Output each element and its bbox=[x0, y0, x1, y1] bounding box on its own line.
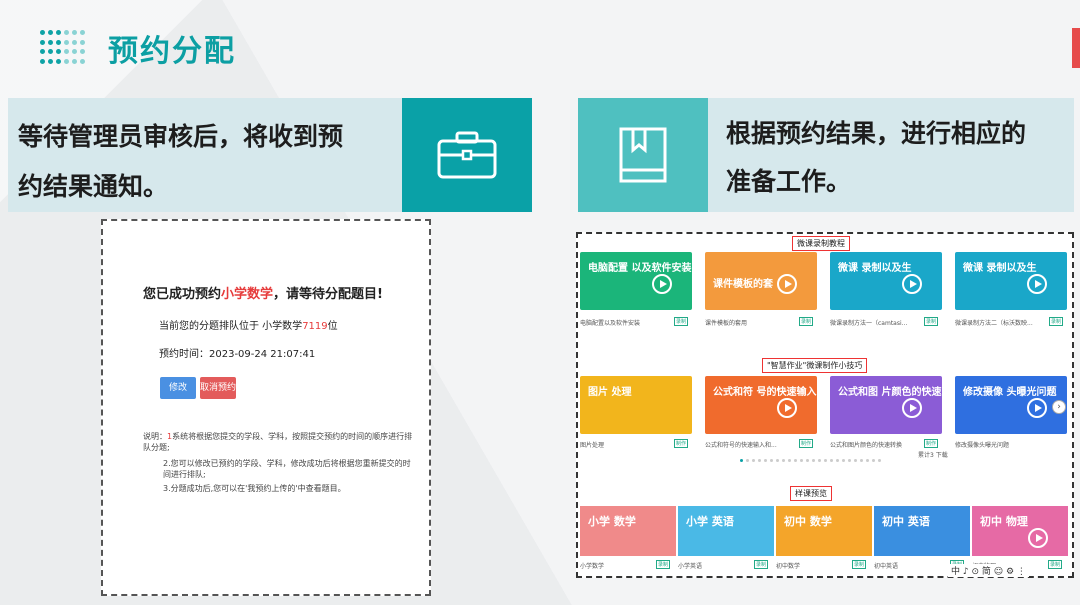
accent-bar bbox=[1072, 28, 1080, 68]
sample-tile[interactable]: 小学 英语 bbox=[678, 506, 774, 556]
briefcase-icon bbox=[402, 98, 532, 212]
play-icon bbox=[1027, 398, 1047, 418]
tag-badge: 录制 bbox=[852, 560, 867, 569]
video-caption: 公式和图片颜色的快速转换 bbox=[830, 442, 903, 449]
left-step-line1: 等待管理员审核后，将收到预 bbox=[18, 122, 344, 151]
tag-badge: 录制 bbox=[674, 317, 689, 326]
tag-badge: 录制 bbox=[1049, 317, 1064, 326]
sample-tile[interactable]: 初中 英语 bbox=[874, 506, 970, 556]
video-tile[interactable]: 微课 录制以及生 bbox=[830, 252, 942, 310]
right-step-line2: 准备工作。 bbox=[726, 167, 852, 196]
dots-decoration-icon bbox=[40, 30, 86, 66]
play-icon bbox=[777, 274, 797, 294]
sample-caption: 初中数学 bbox=[776, 563, 801, 570]
tag-badge: 录制 bbox=[799, 317, 814, 326]
video-tile[interactable]: 微课 录制以及生 bbox=[955, 252, 1067, 310]
play-icon bbox=[777, 398, 797, 418]
play-icon bbox=[1028, 528, 1048, 548]
video-caption: 电脑配置以及软件安装 bbox=[580, 320, 641, 327]
book-icon bbox=[578, 98, 708, 212]
video-tile[interactable]: 图片 处理 bbox=[580, 376, 692, 434]
left-step-line2: 约结果通知。 bbox=[18, 172, 169, 201]
note-3: 3.分题成功后,您可以在'我预约上传的'中查看题目。 bbox=[163, 484, 346, 493]
tag-badge: 制作 bbox=[674, 439, 689, 448]
video-tile[interactable]: 公式和符 号的快速输入 bbox=[705, 376, 817, 434]
left-step-card: 等待管理员审核后，将收到预 约结果通知。 bbox=[8, 98, 402, 212]
sample-tile[interactable]: 初中 数学 bbox=[776, 506, 872, 556]
play-icon bbox=[1027, 274, 1047, 294]
edit-button[interactable]: 修改 bbox=[160, 377, 196, 399]
video-tile[interactable]: 修改摄像 头曝光问题 bbox=[955, 376, 1067, 434]
download-count: 累计3 下载 bbox=[918, 452, 948, 459]
sample-tile[interactable]: 小学 数学 bbox=[580, 506, 676, 556]
section-label-tutorial: 微课录制教程 bbox=[792, 236, 850, 251]
video-caption: 课件模板的套用 bbox=[705, 320, 748, 327]
tag-badge: 制作 bbox=[924, 439, 939, 448]
video-caption: 微课录制方法二（标沃数映... bbox=[955, 320, 1033, 327]
tag-badge: 录制 bbox=[924, 317, 939, 326]
right-step-card: 根据预约结果，进行相应的 准备工作。 bbox=[708, 98, 1074, 212]
tag-badge: 制作 bbox=[799, 439, 814, 448]
video-tile[interactable]: 电脑配置 以及软件安装 bbox=[580, 252, 692, 310]
carousel-pager[interactable] bbox=[740, 459, 881, 462]
queue-position: 当前您的分题排队位于 小学数学7119位 bbox=[159, 321, 338, 332]
booking-result-screenshot: 您已成功预约小学数学，请等待分配题目! 当前您的分题排队位于 小学数学7119位… bbox=[101, 219, 431, 596]
video-caption: 公式和符号的快速输入和... bbox=[705, 442, 777, 449]
video-caption: 微课录制方法一（camtasi... bbox=[830, 320, 908, 327]
tag-badge: 录制 bbox=[656, 560, 671, 569]
course-portal-screenshot: 微课录制教程 电脑配置 以及软件安装 课件模板的套 微课 录制以及生 微课 录制… bbox=[576, 232, 1074, 578]
play-icon bbox=[652, 274, 672, 294]
video-tile[interactable]: 课件模板的套 bbox=[705, 252, 817, 310]
play-icon bbox=[902, 274, 922, 294]
sample-caption: 初中英语 bbox=[874, 563, 899, 570]
note-1: 说明：1系统将根据您提交的学段、学科，按照提交预约的时间的顺序进行排队分题; bbox=[143, 432, 413, 452]
section-label-tips: "智慧作业"微课制作小技巧 bbox=[762, 358, 868, 373]
tag-badge: 录制 bbox=[754, 560, 769, 569]
booking-title: 您已成功预约小学数学，请等待分配题目! bbox=[143, 287, 383, 302]
sample-caption: 小学英语 bbox=[678, 563, 703, 570]
video-caption: 图片处理 bbox=[580, 442, 605, 449]
sample-tile[interactable]: 初中 物理 bbox=[972, 506, 1068, 556]
slide-header: 预约分配 bbox=[40, 28, 236, 69]
carousel-next-arrow[interactable]: › bbox=[1052, 400, 1066, 414]
video-caption: 修改摄像头曝光问题 bbox=[955, 442, 1010, 449]
video-tile[interactable]: 公式和图 片颜色的快速 bbox=[830, 376, 942, 434]
section-label-samples: 样课预览 bbox=[790, 486, 832, 501]
booking-time: 预约时间：2023-09-24 21:07:41 bbox=[159, 349, 316, 360]
right-step-line1: 根据预约结果，进行相应的 bbox=[726, 119, 1027, 148]
cancel-booking-button[interactable]: 取消预约 bbox=[200, 377, 236, 399]
tag-badge: 录制 bbox=[1048, 560, 1063, 569]
slide-title: 预约分配 bbox=[108, 34, 236, 69]
sample-caption: 小学数学 bbox=[580, 563, 605, 570]
note-2: 2.您可以修改已预约的学段、学科，修改成功后将根据您重新提交的时间进行排队; bbox=[163, 459, 411, 479]
ime-toolbar[interactable]: 中 ♪ ⊙ 简 ☺ ⚙ ⋮ bbox=[948, 564, 1029, 577]
play-icon bbox=[902, 398, 922, 418]
